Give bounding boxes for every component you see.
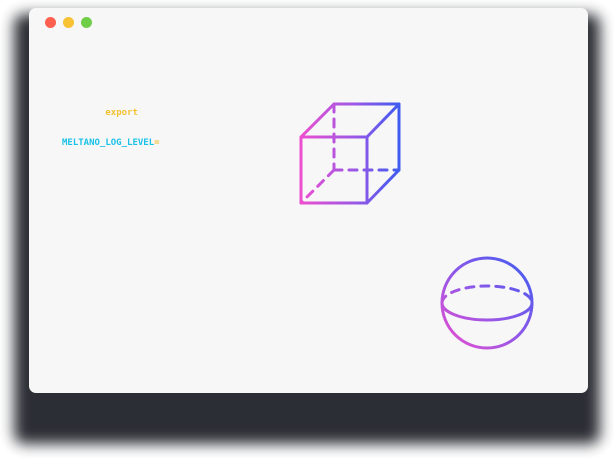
cube-icon <box>299 102 401 205</box>
illustration-layer <box>299 102 534 350</box>
screenshot-stage: export MELTANO_LOG_LEVEL= <box>0 0 614 460</box>
sphere-icon <box>440 256 534 350</box>
